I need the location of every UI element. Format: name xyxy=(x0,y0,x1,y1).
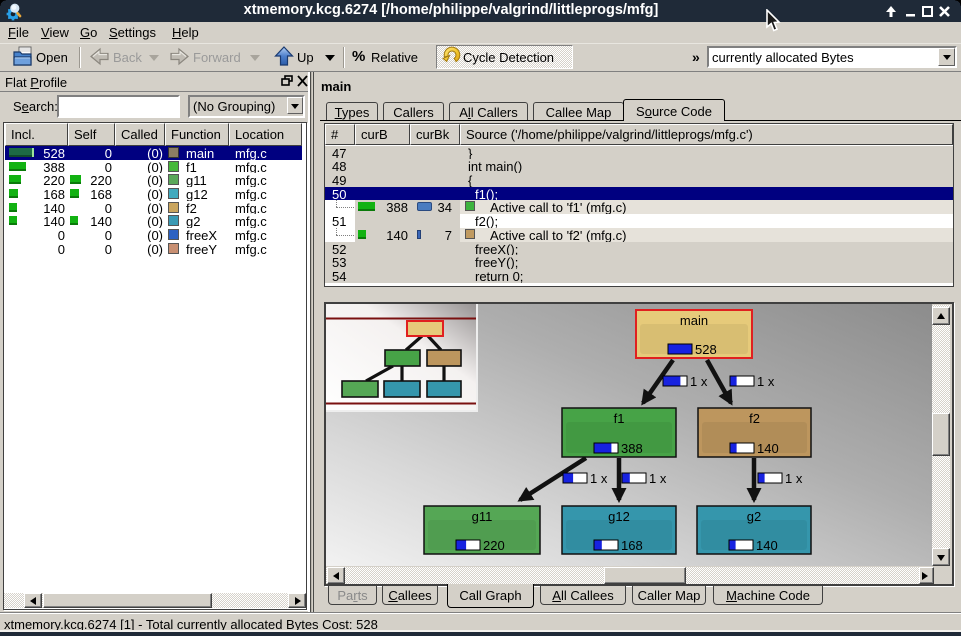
svg-text:388: 388 xyxy=(621,441,643,456)
svg-text:140: 140 xyxy=(757,441,779,456)
svg-text:528: 528 xyxy=(695,342,717,357)
svg-text:1 x: 1 x xyxy=(757,374,775,389)
svg-text:168: 168 xyxy=(621,538,643,553)
svg-text:f1: f1 xyxy=(614,411,625,426)
svg-text:g2: g2 xyxy=(747,509,761,524)
svg-text:140: 140 xyxy=(756,538,778,553)
svg-text:f2: f2 xyxy=(749,411,760,426)
svg-text:1 x: 1 x xyxy=(690,374,708,389)
svg-text:g12: g12 xyxy=(608,509,630,524)
svg-text:1 x: 1 x xyxy=(785,471,803,486)
svg-text:1 x: 1 x xyxy=(590,471,608,486)
svg-text:main: main xyxy=(680,313,708,328)
svg-text:1 x: 1 x xyxy=(649,471,667,486)
svg-text:g11: g11 xyxy=(472,509,493,524)
svg-text:220: 220 xyxy=(483,538,505,553)
